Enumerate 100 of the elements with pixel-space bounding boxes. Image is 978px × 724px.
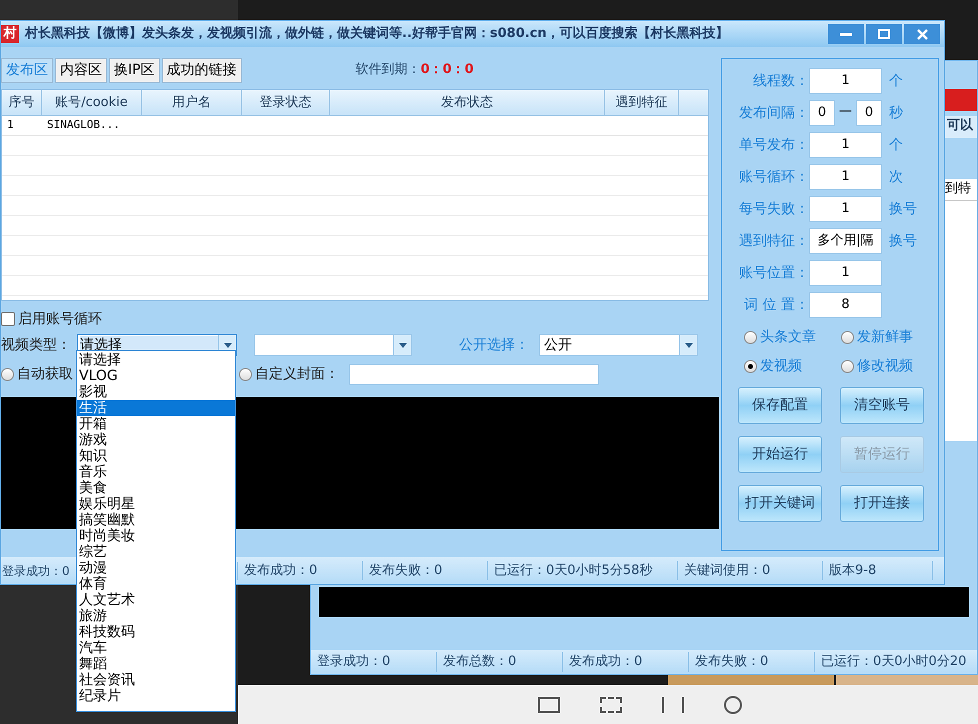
unit-label: 次 xyxy=(889,168,903,186)
input-field[interactable]: 8 xyxy=(809,292,882,318)
column-header[interactable]: 遇到特征 xyxy=(605,90,679,115)
status-text: 发布总数：0 xyxy=(437,652,563,672)
setting-label: 每号失败： xyxy=(738,200,809,218)
input-field[interactable]: 1 xyxy=(809,164,882,190)
close-button[interactable] xyxy=(904,24,940,44)
unit-label: 个 xyxy=(889,72,903,90)
input-field[interactable]: 1 xyxy=(809,68,882,94)
expiry-label: 软件到期： xyxy=(356,60,421,78)
radio-button[interactable] xyxy=(239,368,252,380)
action-button[interactable]: 开始运行 xyxy=(738,436,822,473)
status-text: 已运行：0天0小时0分20 xyxy=(820,653,968,672)
dropdown-option[interactable]: 纪录片 xyxy=(77,688,235,704)
input-field[interactable]: 1 xyxy=(809,196,882,222)
setting-label: 账号位置： xyxy=(738,264,809,282)
range-separator: 一 xyxy=(838,104,853,122)
tab[interactable]: 可以 xyxy=(945,116,977,138)
banner-image xyxy=(945,89,977,111)
status-text: 已运行：0天0小时5分58秒 xyxy=(488,560,678,580)
dropdown-option[interactable]: 动漫 xyxy=(77,560,235,576)
checkbox-label: 启用账号循环 xyxy=(18,310,102,328)
column-header: 到特 xyxy=(945,179,977,201)
frame-icon[interactable] xyxy=(538,696,560,712)
status-text: 发布成功：0 xyxy=(563,652,689,672)
setting-label: 单号发布： xyxy=(738,136,809,154)
maximize-button[interactable] xyxy=(866,24,902,44)
table-cell-text: 1 xyxy=(6,117,15,134)
dropdown-option[interactable]: 人文艺术 xyxy=(77,592,235,608)
video-type-label: 视频类型： xyxy=(1,336,72,354)
dropdown-option[interactable]: 社会资讯 xyxy=(77,672,235,688)
checkbox[interactable] xyxy=(1,312,15,326)
radio-button[interactable] xyxy=(744,360,757,373)
tab[interactable]: 内容区 xyxy=(55,58,107,83)
radio-label: 自动获取 xyxy=(17,364,73,384)
input-field[interactable]: 0 xyxy=(856,100,882,126)
close-icon xyxy=(916,28,928,40)
dropdown-option[interactable]: 时尚美妆 xyxy=(77,528,235,544)
dropdown-option[interactable]: 旅游 xyxy=(77,608,235,624)
radio-label: 修改视频 xyxy=(857,357,913,376)
dropdown-option[interactable]: 搞笑幽默 xyxy=(77,512,235,528)
radio-button[interactable] xyxy=(1,368,14,380)
input-field[interactable]: 1 xyxy=(809,132,882,158)
setting-label: 账号循环： xyxy=(738,168,809,186)
public-select-label: 公开选择： xyxy=(459,336,530,354)
dropdown-option[interactable]: 影视 xyxy=(77,384,235,400)
status-text: 关键词使用：0 xyxy=(678,560,823,580)
input-field[interactable]: 多个用|隔 xyxy=(809,228,882,254)
dropdown-option[interactable]: 舞蹈 xyxy=(77,656,235,672)
dropdown-option[interactable]: 娱乐明星 xyxy=(77,496,235,512)
column-header[interactable]: 账号/cookie xyxy=(42,90,142,115)
maximize-icon xyxy=(878,29,890,39)
dropdown-option[interactable]: 科技数码 xyxy=(77,624,235,640)
status-text: 登录成功：0 xyxy=(311,652,437,672)
dropdown-option[interactable]: 知识 xyxy=(77,448,235,464)
radio-button[interactable] xyxy=(744,331,757,344)
dropdown-option[interactable]: 美食 xyxy=(77,480,235,496)
dropdown-option[interactable]: VLOG xyxy=(77,368,235,384)
tab[interactable]: 成功的链接 xyxy=(162,58,242,83)
dropdown-option[interactable]: 综艺 xyxy=(77,544,235,560)
radio-label: 发新鲜事 xyxy=(857,328,913,347)
dropdown-option[interactable]: 生活 xyxy=(77,400,235,416)
status-text: 版本9-8 xyxy=(823,560,933,580)
status-text: 发布成功：0 xyxy=(238,560,363,580)
input-field[interactable]: 0 xyxy=(809,100,835,126)
cover-input[interactable] xyxy=(349,364,599,384)
expiry-value: 0：0：0 xyxy=(420,60,474,78)
action-button[interactable]: 保存配置 xyxy=(738,387,822,424)
column-header[interactable]: 登录状态 xyxy=(242,90,330,115)
unit-label: 秒 xyxy=(889,104,903,122)
unit-label: 换号 xyxy=(889,200,917,218)
select-value: 公开 xyxy=(544,336,573,354)
tab[interactable]: 换IP区 xyxy=(109,58,160,83)
input-field[interactable]: 1 xyxy=(809,260,882,286)
radio-button[interactable] xyxy=(841,360,854,373)
dropdown-option[interactable]: 音乐 xyxy=(77,464,235,480)
column-header[interactable]: 发布状态 xyxy=(330,90,605,115)
radio-label: 头条文章 xyxy=(760,328,816,347)
public-select[interactable]: 公开 xyxy=(539,334,698,356)
dropdown-option[interactable]: 汽车 xyxy=(77,640,235,656)
setting-label: 词 位 置： xyxy=(743,296,809,314)
radio-label: 自定义封面： xyxy=(255,364,339,384)
action-button[interactable]: 打开连接 xyxy=(840,485,924,522)
dropdown-option[interactable]: 开箱 xyxy=(77,416,235,432)
status-text: 发布失败：0 xyxy=(689,652,815,672)
table-cell-text: SINAGLOB... xyxy=(46,117,121,134)
crop-icon[interactable] xyxy=(600,696,622,712)
column-header[interactable]: 用户名 xyxy=(142,90,242,115)
window-title: 村长黑科技【微博】发头条发，发视频引流，做外链，做关键词等..好帮手官网：s080.cn，可以百度搜索【村长黑科技】 xyxy=(25,24,729,44)
unit-label: 个 xyxy=(889,136,903,154)
setting-label: 遇到特征： xyxy=(738,232,809,250)
radio-label: 发视频 xyxy=(760,357,802,376)
action-button[interactable]: 清空账号 xyxy=(840,387,924,424)
minimize-button[interactable] xyxy=(828,24,864,44)
column-header[interactable]: 序号 xyxy=(2,90,42,115)
dropdown-option[interactable]: 游戏 xyxy=(77,432,235,448)
setting-label: 发布间隔： xyxy=(738,104,809,122)
action-button[interactable]: 打开关键词 xyxy=(738,485,822,522)
unit-label: 换号 xyxy=(889,232,917,250)
radio-button[interactable] xyxy=(841,331,854,344)
